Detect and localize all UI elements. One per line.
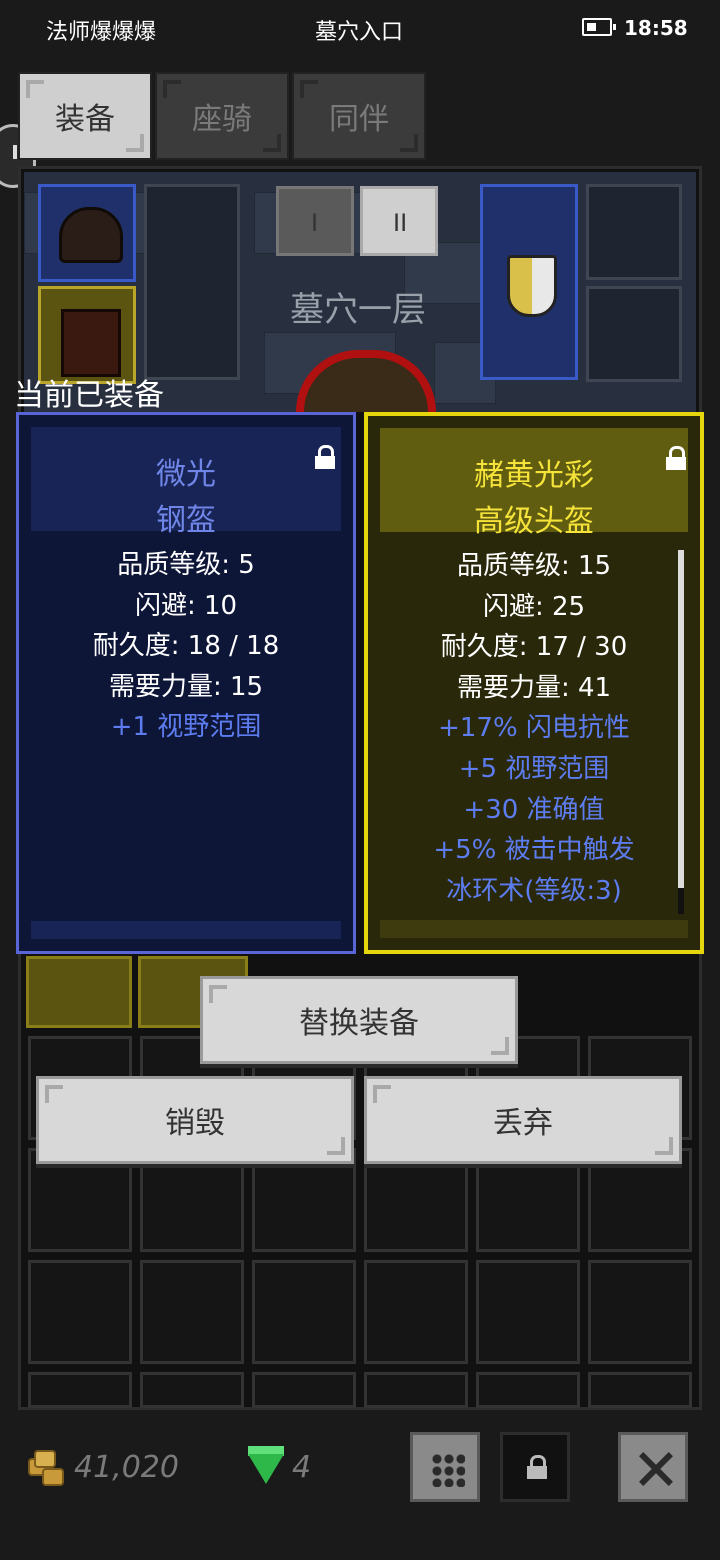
- inventory-item[interactable]: [26, 956, 132, 1028]
- tab-equipment-label: 装备: [55, 102, 115, 137]
- equip-slot-ring[interactable]: [586, 286, 682, 382]
- armor-icon: [61, 309, 121, 377]
- stat-line: 品质等级: 15: [456, 551, 612, 581]
- stat-line: 闪避: 10: [134, 590, 238, 621]
- bonus-line: +5 视野范围: [458, 753, 610, 784]
- equipped-label: 当前已装备: [14, 378, 164, 413]
- dungeon-level: 墓穴一层: [290, 290, 426, 330]
- battery-icon: [582, 18, 616, 36]
- status-time: 18:58: [624, 16, 688, 40]
- new-item-header: 赭黄光彩 高级头盔: [380, 428, 688, 539]
- tab-companion[interactable]: 同伴: [292, 72, 426, 160]
- shield-icon: [507, 255, 557, 317]
- destroy-label: 销毁: [165, 1106, 225, 1141]
- bonus-line: 冰环术(等级:3): [446, 875, 622, 906]
- equip-slot-amulet[interactable]: [586, 184, 682, 280]
- inventory-slot[interactable]: [588, 1260, 692, 1364]
- tab-companion-label: 同伴: [329, 102, 389, 137]
- tab-mount-label: 座骑: [192, 102, 252, 137]
- inventory-slot[interactable]: [252, 1372, 356, 1408]
- equipped-item-card: 微光 钢盔 品质等级: 5 闪避: 10 耐久度: 18 / 18 需要力量: …: [16, 412, 356, 954]
- inventory-slot[interactable]: [140, 1372, 244, 1408]
- gold-amount: 41,020: [74, 1450, 179, 1485]
- page-button-2[interactable]: II: [360, 186, 438, 256]
- card-footer: [31, 921, 341, 939]
- new-item-card: 赭黄光彩 高级头盔 品质等级: 15 闪避: 25 耐久度: 17 / 30 需…: [364, 412, 704, 954]
- status-title: 法师爆爆爆: [46, 20, 157, 45]
- sort-grid-button[interactable]: [410, 1432, 480, 1502]
- stat-line: 闪避: 25: [482, 591, 586, 622]
- inventory-slot[interactable]: [364, 1372, 468, 1408]
- close-button[interactable]: [618, 1432, 688, 1502]
- equipped-item-title-2: 钢盔: [156, 503, 216, 538]
- inventory-slot[interactable]: [252, 1260, 356, 1364]
- lock-icon[interactable]: [315, 445, 335, 469]
- equip-slot-shield[interactable]: [480, 184, 578, 380]
- helmet-icon: [59, 207, 123, 263]
- status-location: 墓穴入口: [315, 20, 404, 45]
- tab-mount[interactable]: 座骑: [155, 72, 289, 160]
- stats-scrollbar[interactable]: [678, 550, 684, 914]
- lock-icon[interactable]: [666, 446, 686, 470]
- equipped-item-header: 微光 钢盔: [31, 427, 341, 538]
- inventory-slot[interactable]: [588, 1372, 692, 1408]
- page-button-2-label: II: [393, 209, 408, 237]
- inventory-slot[interactable]: [140, 1260, 244, 1364]
- bonus-line: +1 视野范围: [110, 712, 262, 743]
- equipped-item-title-1: 微光: [156, 457, 216, 492]
- grid-icon: [431, 1453, 465, 1487]
- bottom-bar: [0, 1420, 720, 1560]
- new-item-title-2: 高级头盔: [474, 504, 594, 539]
- new-item-stats[interactable]: 品质等级: 15 闪避: 25 耐久度: 17 / 30 需要力量: 41 +1…: [368, 546, 700, 911]
- inventory-slot[interactable]: [28, 1372, 132, 1408]
- lock-toggle-button[interactable]: [500, 1432, 570, 1502]
- stat-line: 需要力量: 41: [456, 672, 612, 703]
- replace-equipment-label: 替换装备: [299, 1006, 419, 1041]
- discard-button[interactable]: 丢弃: [364, 1076, 682, 1164]
- inventory-slot[interactable]: [476, 1260, 580, 1364]
- discard-label: 丢弃: [493, 1106, 553, 1141]
- tab-equipment[interactable]: 装备: [18, 72, 152, 160]
- replace-equipment-button[interactable]: 替换装备: [200, 976, 518, 1064]
- destroy-button[interactable]: 销毁: [36, 1076, 354, 1164]
- page-button-1-label: I: [311, 209, 319, 237]
- status-bar: 法师爆爆爆 墓穴入口 18:58: [0, 0, 720, 60]
- card-footer: [380, 920, 688, 938]
- gem-amount: 4: [292, 1450, 312, 1485]
- stat-line: 耐久度: 17 / 30: [440, 632, 628, 663]
- scroll-thumb[interactable]: [678, 550, 684, 888]
- stat-line: 耐久度: 18 / 18: [92, 631, 280, 662]
- page-button-1[interactable]: I: [276, 186, 354, 256]
- bonus-line: +30 准确值: [463, 794, 605, 825]
- lock-icon: [527, 1455, 547, 1479]
- bonus-line: +17% 闪电抗性: [438, 713, 630, 744]
- inventory-slot[interactable]: [28, 1260, 132, 1364]
- equip-slot-weapon[interactable]: [144, 184, 240, 380]
- inventory-slot[interactable]: [364, 1260, 468, 1364]
- equip-slot-helmet[interactable]: [38, 184, 136, 282]
- stat-line: 需要力量: 15: [108, 671, 264, 702]
- equipped-item-stats: 品质等级: 5 闪避: 10 耐久度: 18 / 18 需要力量: 15 +1 …: [19, 545, 353, 748]
- new-item-title-1: 赭黄光彩: [474, 458, 594, 493]
- bonus-line: +5% 被击中触发: [433, 835, 635, 866]
- inventory-slot[interactable]: [476, 1372, 580, 1408]
- stat-line: 品质等级: 5: [117, 550, 255, 580]
